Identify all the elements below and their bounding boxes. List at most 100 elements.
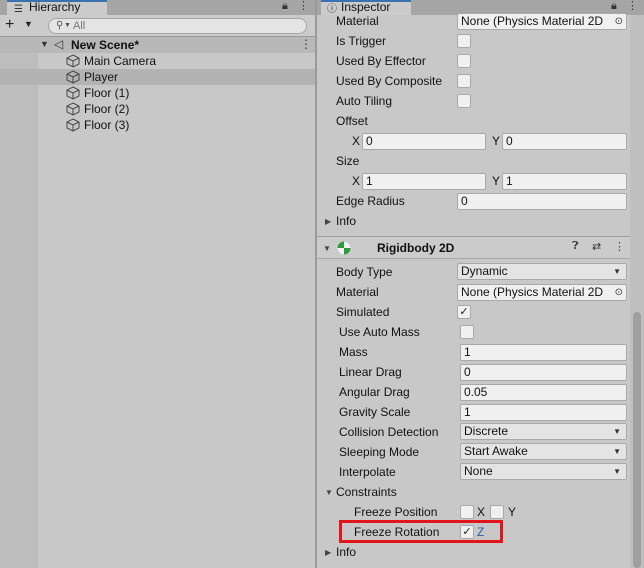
used-by-effector-checkbox[interactable] [457,54,471,68]
freeze-rotation-highlight-box [339,520,503,543]
tree-item-label: Floor (3) [84,118,130,132]
dropdown-arrow-icon: ▼ [613,427,621,436]
gravity-scale-label: Gravity Scale [339,405,411,419]
scrollbar-thumb[interactable] [633,312,641,568]
rb-material-field[interactable]: None (Physics Material 2D ⊙ [457,284,627,301]
use-auto-mass-checkbox[interactable] [460,325,474,339]
simulated-checkbox[interactable]: ✓ [457,305,471,319]
kebab-menu-icon[interactable]: ⋮ [298,0,309,15]
interpolate-dropdown[interactable]: None ▼ [460,463,627,480]
dropdown-arrow-icon: ▼ [613,267,621,276]
scene-name: New Scene* [71,38,140,52]
auto-tiling-checkbox[interactable] [457,94,471,108]
size-y-field[interactable]: 1 [502,173,627,190]
body-type-value: Dynamic [461,264,508,278]
auto-tiling-label: Auto Tiling [336,94,393,108]
inspector-panel: ⓘ Inspector 🔒︎ ⋮ Material None (Physics … [317,0,644,568]
freeze-position-x-checkbox[interactable] [460,505,474,519]
inspector-tab-label: Inspector [341,0,391,14]
foldout-collapsed-icon[interactable]: ▶ [325,548,331,557]
offset-y-axis-label: Y [492,134,501,148]
unity-scene-icon: ◁ [54,37,64,51]
linear-drag-label: Linear Drag [339,365,402,379]
component-menu-icon[interactable]: ⋮ [614,240,625,253]
collider-material-field[interactable]: None (Physics Material 2D ⊙ [457,13,627,30]
foldout-collapsed-icon[interactable]: ▶ [325,217,331,226]
help-icon[interactable]: ❓︎ [572,240,579,253]
collider-material-label: Material [336,14,379,28]
edge-radius-label: Edge Radius [336,194,405,208]
is-trigger-checkbox[interactable] [457,34,471,48]
interpolate-label: Interpolate [339,465,396,479]
size-label: Size [336,154,360,168]
foldout-expanded-icon[interactable]: ▼ [40,39,49,49]
object-picker-icon[interactable]: ⊙ [615,14,623,29]
mass-field[interactable]: 1 [460,344,627,361]
foldout-expanded-icon[interactable]: ▼ [323,244,331,253]
tree-item-floor-1[interactable]: Floor (1) [0,85,315,101]
constraints-foldout[interactable]: Constraints [336,485,397,499]
tree-item-main-camera[interactable]: Main Camera [0,53,315,69]
linear-drag-field[interactable]: 0 [460,364,627,381]
used-by-effector-label: Used By Effector [336,54,426,68]
sleeping-mode-value: Start Awake [464,444,528,458]
chevron-down-icon: ▼ [24,19,33,29]
add-object-button[interactable]: + ▼ [5,17,41,34]
offset-y-field[interactable]: 0 [502,133,627,150]
body-type-label: Body Type [336,265,393,279]
collision-detection-label: Collision Detection [339,425,439,439]
inspector-scrollbar[interactable] [630,15,644,568]
hierarchy-tab[interactable]: ☰ Hierarchy [7,0,107,15]
used-by-composite-label: Used By Composite [336,74,443,88]
offset-x-axis-label: X [352,134,361,148]
search-input[interactable] [73,20,293,32]
hierarchy-toolbar: + ▼ ⚲ ▼ [0,15,315,37]
offset-x-field[interactable]: 0 [362,133,486,150]
freeze-position-label: Freeze Position [354,505,438,519]
scene-menu-icon[interactable]: ⋮ [300,37,312,51]
gameobject-cube-icon [66,54,80,68]
gameobject-cube-icon [66,102,80,116]
plus-icon: + [5,16,15,33]
dropdown-arrow-icon: ▼ [613,467,621,476]
used-by-composite-checkbox[interactable] [457,74,471,88]
angular-drag-field[interactable]: 0.05 [460,384,627,401]
presets-sliders-icon[interactable]: ⇄ [592,240,601,253]
inspector-tab[interactable]: ⓘ Inspector [321,0,411,15]
tree-item-label: Player [84,70,119,84]
collision-detection-dropdown[interactable]: Discrete ▼ [460,423,627,440]
edge-radius-field[interactable]: 0 [457,193,627,210]
size-x-field[interactable]: 1 [362,173,486,190]
rigidbody-info-foldout[interactable]: Info [336,545,356,559]
kebab-menu-icon[interactable]: ⋮ [627,0,638,15]
rigidbody2d-title: Rigidbody 2D [377,241,455,255]
search-icon: ⚲ [56,20,64,31]
gameobject-cube-icon [66,86,80,100]
hierarchy-tabbar: ☰ Hierarchy 🔒︎ ⋮ [0,0,315,15]
gravity-scale-field[interactable]: 1 [460,404,627,421]
simulated-label: Simulated [336,305,390,319]
object-picker-icon[interactable]: ⊙ [615,285,623,300]
scene-row[interactable]: ▼ ◁ New Scene* ⋮ [0,37,315,53]
offset-label: Offset [336,114,368,128]
gameobject-cube-icon [66,118,80,132]
rigidbody2d-header[interactable]: ▼ Rigidbody 2D ❓︎ ⇄ ⋮ [317,237,630,259]
tree-item-floor-2[interactable]: Floor (2) [0,101,315,117]
collision-detection-value: Discrete [464,424,509,438]
tree-item-player[interactable]: Player [0,69,315,85]
sleeping-mode-label: Sleeping Mode [339,445,420,459]
lock-icon[interactable]: 🔒︎ [282,0,288,15]
collider-info-foldout[interactable]: Info [336,214,356,228]
freeze-position-y-checkbox[interactable] [490,505,504,519]
gameobject-cube-icon [66,70,80,84]
foldout-expanded-icon[interactable]: ▼ [325,488,333,497]
size-y-axis-label: Y [492,174,501,188]
sleeping-mode-dropdown[interactable]: Start Awake ▼ [460,443,627,460]
tree-item-floor-3[interactable]: Floor (3) [0,117,315,133]
freeze-position-y-label: Y [508,505,517,519]
body-type-dropdown[interactable]: Dynamic ▼ [457,263,627,280]
use-auto-mass-label: Use Auto Mass [339,325,420,339]
rb-material-value: None (Physics Material 2D [461,285,604,299]
dropdown-arrow-icon: ▼ [613,447,621,456]
hierarchy-search[interactable]: ⚲ ▼ [48,18,307,34]
